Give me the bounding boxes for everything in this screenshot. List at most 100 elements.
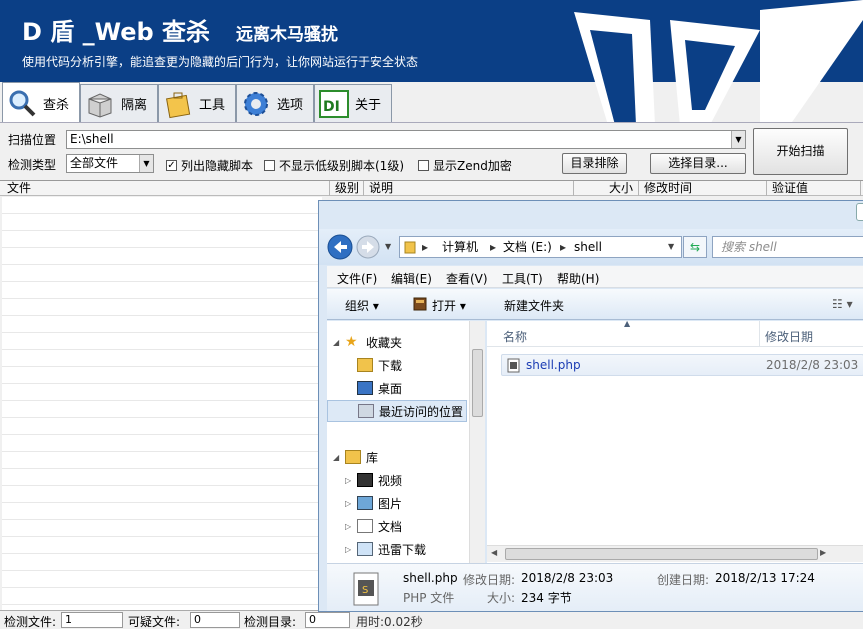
tab-options[interactable]: 选项 <box>236 84 314 122</box>
documents-icon <box>357 519 373 533</box>
explorer-window: ▼ ▸ 计算机 ▸ 文档 (E:) ▸ shell ▼ ⇆ 搜索 shell 文… <box>318 200 863 612</box>
main-tabs: 查杀 隔离 工具 选项 DI 关于 <box>0 82 560 123</box>
hide-low-level-checkbox[interactable]: 不显示低级别脚本(1级) <box>264 157 404 174</box>
chevron-down-icon[interactable]: ▼ <box>385 242 391 251</box>
tab-scan[interactable]: 查杀 <box>2 82 80 123</box>
file-list-header: 名称 ▲ 修改日期 <box>487 319 863 347</box>
exclude-dirs-button[interactable]: 目录排除 <box>562 153 627 174</box>
col-checksum[interactable]: 验证值 <box>767 181 861 196</box>
details-pane: S shell.php PHP 文件 修改日期: 2018/2/8 23:03 … <box>327 563 863 611</box>
results-list[interactable] <box>2 197 322 610</box>
h-scroll-thumb[interactable] <box>505 548 818 560</box>
gear-icon <box>244 91 268 116</box>
nav-libraries[interactable]: ◢ 库 <box>333 446 378 468</box>
nav-recent[interactable]: 最近访问的位置 <box>327 400 467 422</box>
php-file-icon <box>507 358 520 373</box>
nav-pictures[interactable]: ▷ 图片 <box>345 492 402 514</box>
video-icon <box>357 473 373 487</box>
tab-tools[interactable]: 工具 <box>158 84 236 122</box>
sort-arrow-icon: ▲ <box>624 319 631 328</box>
details-size-value: 234 字节 <box>521 591 572 605</box>
scan-location-value: E:\shell <box>70 132 114 146</box>
menu-tools[interactable]: 工具(T) <box>502 270 543 287</box>
dirs-checked-value: 0 <box>305 612 350 628</box>
status-bar: 检测文件: 1 可疑文件: 0 检测目录: 0 用时:0.02秒 <box>0 610 863 629</box>
show-zend-label: 显示Zend加密 <box>433 159 512 173</box>
file-list-pane: 名称 ▲ 修改日期 shell.php 2018/2/8 23:03 <box>487 319 863 563</box>
col-file[interactable]: 文件 <box>2 181 330 196</box>
nav-videos[interactable]: ▷ 视频 <box>345 469 402 491</box>
start-scan-button[interactable]: 开始扫描 <box>753 128 848 175</box>
menu-help[interactable]: 帮助(H) <box>557 270 599 287</box>
file-row[interactable]: shell.php 2018/2/8 23:03 <box>501 354 863 376</box>
refresh-icon[interactable]: ⇆ <box>683 236 707 258</box>
breadcrumb-computer[interactable]: 计算机 <box>442 237 478 257</box>
d-shield-window: D 盾 _Web 查杀 远离木马骚扰 使用代码分析引擎，能追查更为隐藏的后门行为… <box>0 0 863 629</box>
view-options-icon[interactable]: ☷ ▾ <box>832 297 853 311</box>
menu-view[interactable]: 查看(V) <box>446 270 488 287</box>
menu-file[interactable]: 文件(F) <box>337 270 377 287</box>
organize-button[interactable]: 组织 ▾ <box>345 297 379 314</box>
pictures-icon <box>357 496 373 510</box>
new-folder-button[interactable]: 新建文件夹 <box>504 297 564 314</box>
chevron-down-icon[interactable]: ▼ <box>139 155 153 172</box>
col-modified[interactable]: 修改时间 <box>639 181 767 196</box>
details-file-name: shell.php <box>403 571 458 585</box>
nav-desktop[interactable]: 桌面 <box>357 377 402 399</box>
box-icon <box>88 92 112 118</box>
col-modified-date[interactable]: 修改日期 <box>765 328 813 345</box>
banner-slogan: 远离木马骚扰 <box>236 25 338 45</box>
scroll-left-icon[interactable]: ◀ <box>491 548 497 557</box>
nav-scroll-thumb[interactable] <box>472 349 483 417</box>
nav-downloads-label: 下载 <box>378 358 403 373</box>
d-logo-mark-icon <box>574 0 863 125</box>
horizontal-scrollbar[interactable]: ◀ ▶ <box>487 545 863 562</box>
downloads-folder-icon <box>357 358 373 372</box>
breadcrumb-shell[interactable]: shell <box>574 237 602 257</box>
nav-scrollbar[interactable] <box>469 321 485 563</box>
list-hidden-label: 列出隐藏脚本 <box>181 159 254 173</box>
col-size[interactable]: 大小 <box>574 181 639 196</box>
details-created-label: 创建日期: <box>657 573 710 587</box>
chevron-down-icon[interactable]: ▼ <box>731 131 745 148</box>
nav-pictures-label: 图片 <box>378 496 403 511</box>
toolbox-icon <box>166 92 191 118</box>
banner-title: D 盾 _Web 查杀 <box>22 18 211 46</box>
nav-downloads[interactable]: 下载 <box>357 354 402 376</box>
details-modified-value: 2018/2/8 23:03 <box>521 571 614 585</box>
breadcrumb-drive[interactable]: 文档 (E:) <box>503 237 552 257</box>
checkbox-empty-icon <box>264 160 275 171</box>
list-hidden-checkbox[interactable]: ✓ 列出隐藏脚本 <box>166 157 253 174</box>
col-desc[interactable]: 说明 <box>364 181 574 196</box>
tab-scan-label: 查杀 <box>43 97 70 113</box>
tab-tools-label: 工具 <box>199 98 226 113</box>
show-zend-checkbox[interactable]: 显示Zend加密 <box>418 157 512 174</box>
nav-favorites[interactable]: ◢ ★ 收藏夹 <box>333 331 402 353</box>
menu-edit[interactable]: 编辑(E) <box>391 270 432 287</box>
forward-arrow-icon[interactable] <box>356 235 380 259</box>
scan-toolbar: 扫描位置 E:\shell ▼ 检测类型 全部文件 ▼ ✓ 列出隐藏脚本 不显示低… <box>0 122 863 180</box>
search-input[interactable]: 搜索 shell <box>712 236 863 258</box>
nav-videos-label: 视频 <box>378 473 403 488</box>
back-arrow-icon[interactable] <box>327 234 353 260</box>
scroll-right-icon[interactable]: ▶ <box>820 548 826 557</box>
open-icon <box>413 297 427 311</box>
open-button[interactable]: 打开 ▾ <box>432 297 466 314</box>
tab-about[interactable]: DI 关于 <box>314 84 392 122</box>
explorer-titlebar-button[interactable] <box>856 203 863 221</box>
col-level[interactable]: 级别 <box>330 181 364 196</box>
nav-xunlei[interactable]: ▷ 迅雷下载 <box>345 538 426 560</box>
tab-quarantine[interactable]: 隔离 <box>80 84 158 122</box>
nav-documents[interactable]: ▷ 文档 <box>345 515 402 537</box>
scan-location-input[interactable]: E:\shell ▼ <box>66 130 746 149</box>
nav-libraries-label: 库 <box>366 450 379 465</box>
address-row: ▼ ▸ 计算机 ▸ 文档 (E:) ▸ shell ▼ ⇆ 搜索 shell <box>319 229 863 265</box>
nav-desktop-label: 桌面 <box>378 381 403 396</box>
scan-type-select[interactable]: 全部文件 ▼ <box>66 154 154 173</box>
col-name[interactable]: 名称 <box>503 328 527 345</box>
star-icon: ★ <box>345 334 358 350</box>
address-bar[interactable]: ▸ 计算机 ▸ 文档 (E:) ▸ shell ▼ <box>399 236 682 258</box>
choose-dir-button[interactable]: 选择目录... <box>650 153 746 174</box>
recent-places-icon <box>358 404 374 418</box>
chevron-down-icon[interactable]: ▼ <box>668 237 674 257</box>
